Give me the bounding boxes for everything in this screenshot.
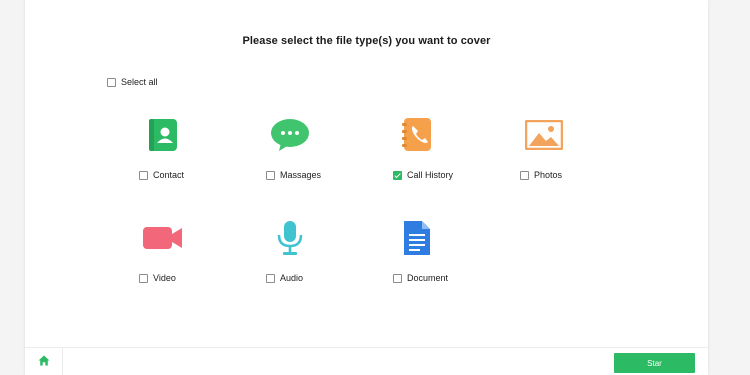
file-type-video-option[interactable]: Video	[139, 273, 176, 283]
file-type-contact[interactable]: Contact	[118, 115, 208, 185]
document-label: Document	[407, 273, 449, 283]
call-history-checkbox[interactable]	[393, 170, 402, 180]
start-button[interactable]: Star	[614, 353, 695, 373]
photos-checkbox[interactable]	[520, 170, 529, 180]
select-all-checkbox[interactable]: Select all	[107, 77, 158, 87]
file-type-audio[interactable]: Audio	[245, 218, 335, 288]
microphone-icon	[268, 218, 312, 258]
message-icon	[268, 115, 312, 155]
audio-label: Audio	[280, 273, 304, 283]
file-type-document[interactable]: Document	[372, 218, 462, 288]
file-type-panel: Please select the file type(s) you want …	[25, 0, 708, 375]
page-title: Please select the file type(s) you want …	[242, 35, 491, 47]
messages-checkbox[interactable]	[266, 170, 275, 180]
document-icon	[395, 218, 439, 258]
file-type-document-option[interactable]: Document	[393, 273, 448, 283]
file-type-messages[interactable]: Massages	[245, 115, 335, 185]
video-icon	[141, 218, 185, 258]
contact-icon	[141, 115, 185, 155]
messages-label: Massages	[280, 170, 322, 180]
home-icon	[38, 353, 50, 371]
photo-icon	[522, 115, 566, 155]
file-type-call-history-option[interactable]: Call History	[393, 170, 453, 180]
select-all-box[interactable]	[107, 77, 116, 87]
document-checkbox[interactable]	[393, 273, 402, 283]
file-type-photos-option[interactable]: Photos	[520, 170, 562, 180]
call-history-icon	[395, 115, 439, 155]
file-type-video[interactable]: Video	[118, 218, 208, 288]
contact-checkbox[interactable]	[139, 170, 148, 180]
file-type-call-history[interactable]: Call History	[372, 115, 462, 185]
video-checkbox[interactable]	[139, 273, 148, 283]
audio-checkbox[interactable]	[266, 273, 275, 283]
call-history-label: Call History	[407, 170, 454, 180]
file-type-contact-option[interactable]: Contact	[139, 170, 184, 180]
select-all-label: Select all	[121, 77, 158, 87]
file-type-messages-option[interactable]: Massages	[266, 170, 321, 180]
photos-label: Photos	[534, 170, 563, 180]
home-button[interactable]	[25, 348, 63, 375]
file-type-photos[interactable]: Photos	[499, 115, 589, 185]
video-label: Video	[153, 273, 176, 283]
bottom-bar: Star	[25, 347, 708, 375]
file-type-audio-option[interactable]: Audio	[266, 273, 303, 283]
contact-label: Contact	[153, 170, 185, 180]
